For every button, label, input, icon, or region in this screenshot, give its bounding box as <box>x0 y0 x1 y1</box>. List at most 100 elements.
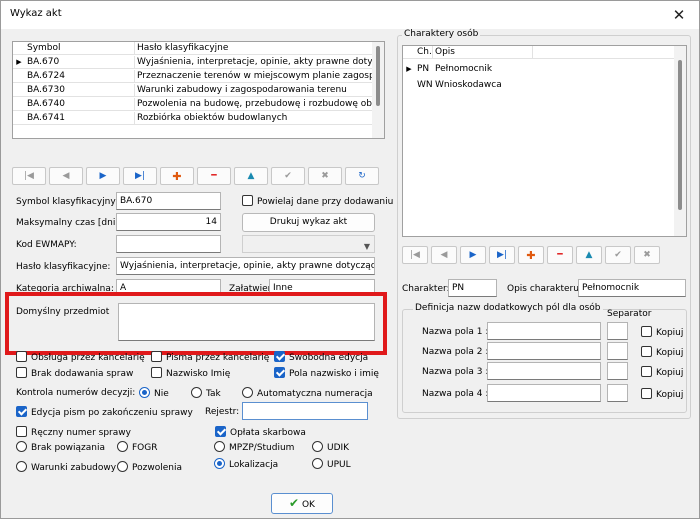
radio-warunki[interactable]: Warunki zabudowy <box>16 461 116 474</box>
separator-4-input[interactable] <box>607 384 628 402</box>
last-icon[interactable]: ▶| <box>123 167 157 185</box>
ewmapy-combo[interactable]: ▼ <box>242 235 375 253</box>
pola-nazwisko-checkbox[interactable]: Pola nazwisko i imię <box>274 367 379 380</box>
post-icon[interactable]: ✔ <box>271 167 305 185</box>
column-header-symbol[interactable]: Symbol <box>25 42 135 55</box>
separator-1-input[interactable] <box>607 322 628 340</box>
cell-haslo[interactable]: Przeznaczenie terenów w miejscowym plani… <box>135 70 375 83</box>
persons-scroll-thumb[interactable] <box>678 60 682 210</box>
cell-code[interactable]: PN <box>415 63 433 76</box>
table-row[interactable]: ▶ PN Pełnomocnik <box>403 63 675 76</box>
classification-grid[interactable]: Symbol Hasło klasyfikacyjne ▶ BA.670 Wyj… <box>12 41 385 139</box>
field-4-input[interactable] <box>487 384 601 402</box>
cell-symbol[interactable]: BA.6741 <box>25 112 135 125</box>
radio-brak-powiazania[interactable]: Brak powiązania <box>16 441 105 454</box>
ok-button[interactable]: ✔ OK <box>271 493 333 514</box>
table-row[interactable]: BA.6730 Warunki zabudowy i zagospodarowa… <box>13 84 375 97</box>
radio-nie[interactable]: Nie <box>139 387 169 400</box>
brak-dodawania-checkbox[interactable]: Brak dodawania spraw <box>16 367 133 380</box>
delete-icon[interactable]: ━ <box>547 246 573 264</box>
obsluga-checkbox[interactable]: Obsługa przez kancelarię <box>16 351 145 364</box>
refresh-icon[interactable]: ↻ <box>345 167 379 185</box>
last-icon[interactable]: ▶| <box>489 246 515 264</box>
cell-haslo[interactable]: Pozwolenia na budowę, przebudowę i rozbu… <box>135 98 375 111</box>
field-2-label: Nazwa pola 2 : <box>422 347 489 357</box>
table-row[interactable]: BA.6724 Przeznaczenie terenów w miejscow… <box>13 70 375 83</box>
cell-symbol[interactable]: BA.6724 <box>25 70 135 83</box>
default-subject-input[interactable] <box>118 303 375 341</box>
field-2-input[interactable] <box>487 342 601 360</box>
table-row[interactable]: WN Wnioskodawca <box>403 79 675 92</box>
post-icon[interactable]: ✔ <box>605 246 631 264</box>
haslo-input[interactable]: Wyjaśnienia, interpretacje, opinie, akty… <box>116 257 375 275</box>
radio-upul[interactable]: UPUL <box>312 458 351 471</box>
kopiuj-4-checkbox[interactable]: Kopiuj <box>641 388 683 401</box>
kopiuj-3-checkbox[interactable]: Kopiuj <box>641 366 683 379</box>
grid-scrollbar[interactable] <box>372 42 384 138</box>
radio-pozwolenia[interactable]: Pozwolenia <box>117 461 182 474</box>
print-button[interactable]: Drukuj wykaz akt <box>242 213 375 232</box>
kontrola-label: Kontrola numerów decyzji: <box>16 388 136 398</box>
chevron-down-icon[interactable]: ▼ <box>364 239 370 252</box>
delete-icon[interactable]: ━ <box>197 167 231 185</box>
pisma-checkbox[interactable]: Pisma przez kancelarię <box>151 351 269 364</box>
cell-symbol[interactable]: BA.670 <box>25 56 135 69</box>
nazwisko-imie-checkbox[interactable]: Nazwisko Imię <box>151 367 230 380</box>
kopiuj-2-checkbox[interactable]: Kopiuj <box>641 346 683 359</box>
max-time-input[interactable]: 14 <box>116 213 221 231</box>
cancel-icon[interactable]: ✖ <box>634 246 660 264</box>
ewmapy-input[interactable] <box>116 235 221 253</box>
grid-scroll-thumb[interactable] <box>376 46 380 106</box>
character-desc-input[interactable]: Pełnomocnik <box>578 279 686 297</box>
cell-haslo[interactable]: Wyjaśnienia, interpretacje, opinie, akty… <box>135 56 375 69</box>
field-3-input[interactable] <box>487 362 601 380</box>
cell-symbol[interactable]: BA.6730 <box>25 84 135 97</box>
kopiuj-1-checkbox[interactable]: Kopiuj <box>641 326 683 339</box>
separator-2-input[interactable] <box>607 342 628 360</box>
insert-icon[interactable]: ✚ <box>160 167 194 185</box>
rejestr-input[interactable] <box>242 402 368 420</box>
prior-icon[interactable]: ◀ <box>431 246 457 264</box>
edycja-pism-checkbox[interactable]: Edycja pism po zakończeniu sprawy <box>16 406 193 419</box>
next-icon[interactable]: ▶ <box>86 167 120 185</box>
cell-haslo[interactable]: Warunki zabudowy i zagospodarowania tere… <box>135 84 375 97</box>
repeat-checkbox[interactable]: Powielaj dane przy dodawaniu <box>242 195 393 208</box>
first-icon[interactable]: |◀ <box>402 246 428 264</box>
reczny-checkbox[interactable]: Ręczny numer sprawy <box>16 426 131 439</box>
column-header-ch[interactable]: Ch. <box>415 46 433 59</box>
cancel-icon[interactable]: ✖ <box>308 167 342 185</box>
cell-desc[interactable]: Pełnomocnik <box>433 63 533 76</box>
field-1-input[interactable] <box>487 322 601 340</box>
insert-icon[interactable]: ✚ <box>518 246 544 264</box>
radio-mpzp[interactable]: MPZP/Studium <box>214 441 294 454</box>
rejestr-label: Rejestr: <box>205 407 240 417</box>
edit-icon[interactable]: ▲ <box>234 167 268 185</box>
cell-code[interactable]: WN <box>415 79 433 92</box>
persons-scrollbar[interactable] <box>674 46 686 236</box>
separator-3-input[interactable] <box>607 362 628 380</box>
radio-tak[interactable]: Tak <box>191 387 221 400</box>
edit-icon[interactable]: ▲ <box>576 246 602 264</box>
table-row[interactable]: BA.6741 Rozbiórka obiektów budowlanych <box>13 112 375 125</box>
symbol-input[interactable]: BA.670 <box>116 192 221 210</box>
table-row[interactable]: BA.6740 Pozwolenia na budowę, przebudowę… <box>13 98 375 111</box>
radio-automatyczna[interactable]: Automatyczna numeracja <box>242 387 373 400</box>
cell-haslo[interactable]: Rozbiórka obiektów budowlanych <box>135 112 375 125</box>
column-header-haslo[interactable]: Hasło klasyfikacyjne <box>135 42 375 55</box>
prior-icon[interactable]: ◀ <box>49 167 83 185</box>
table-row[interactable]: ▶ BA.670 Wyjaśnienia, interpretacje, opi… <box>13 56 375 69</box>
first-icon[interactable]: |◀ <box>12 167 46 185</box>
radio-fogr[interactable]: FOGR <box>117 441 158 454</box>
character-input[interactable]: PN <box>448 279 497 297</box>
radio-lokalizacja[interactable]: Lokalizacja <box>214 458 278 471</box>
column-header-opis[interactable]: Opis <box>433 46 533 59</box>
repeat-checkbox-box[interactable] <box>242 195 253 206</box>
close-icon[interactable]: ✕ <box>659 1 699 29</box>
cell-desc[interactable]: Wnioskodawca <box>433 79 533 92</box>
swobodna-checkbox[interactable]: Swobodna edycja <box>274 351 368 364</box>
next-icon[interactable]: ▶ <box>460 246 486 264</box>
oplata-checkbox[interactable]: Opłata skarbowa <box>215 426 306 439</box>
persons-grid[interactable]: Ch. Opis ▶ PN Pełnomocnik WN Wnioskodawc… <box>402 45 687 237</box>
cell-symbol[interactable]: BA.6740 <box>25 98 135 111</box>
radio-udik[interactable]: UDIK <box>312 441 349 454</box>
